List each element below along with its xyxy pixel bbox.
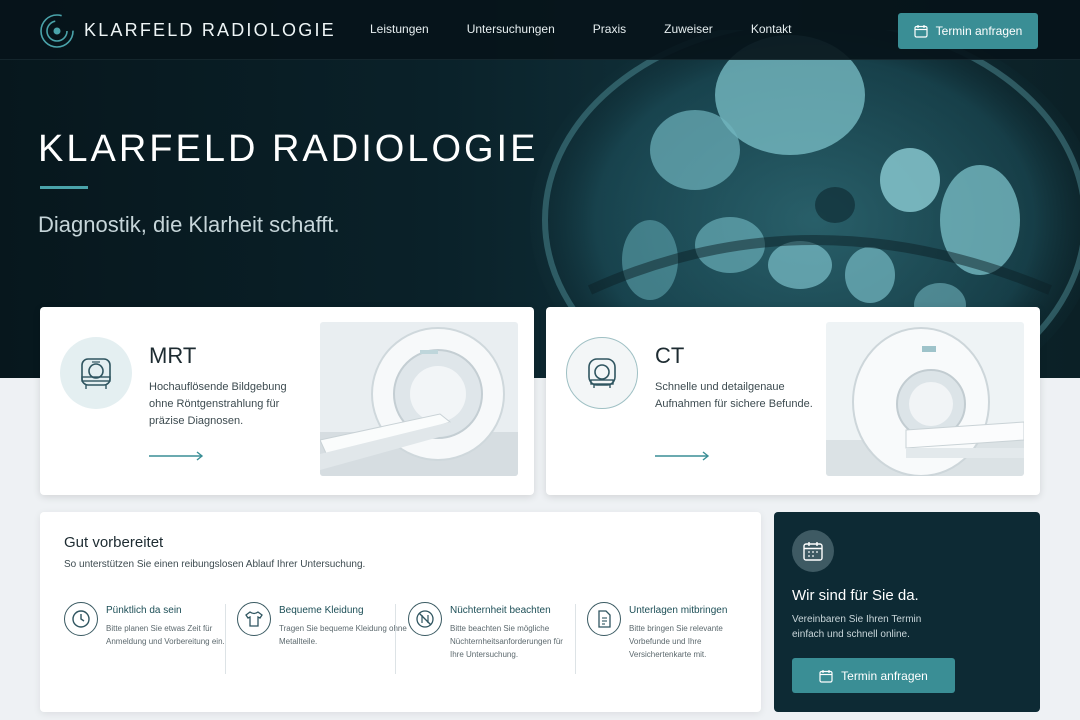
service-description: Schnelle und detailgenaue Aufnahmen für … bbox=[655, 381, 813, 410]
logo-icon[interactable] bbox=[38, 12, 76, 50]
document-icon bbox=[587, 602, 621, 636]
prep-item-title: Nüchternheit beachten bbox=[450, 605, 551, 616]
nav-zuweiser[interactable]: Zuweiser bbox=[664, 22, 713, 36]
prep-item-text: Bitte planen Sie etwas Zeit für Anmeldun… bbox=[106, 624, 225, 646]
clock-icon bbox=[64, 602, 98, 636]
calendar-icon bbox=[914, 25, 928, 38]
preparation-panel: Gut vorbereitet So unterstützen Sie eine… bbox=[40, 512, 761, 712]
hero-subtitle: Diagnostik, die Klarheit schafft. bbox=[38, 212, 340, 237]
ct-machine-photo bbox=[826, 322, 1024, 476]
nav-praxis[interactable]: Praxis bbox=[593, 22, 626, 36]
arrow-right-icon[interactable] bbox=[655, 451, 711, 461]
service-title: CT bbox=[655, 343, 685, 368]
nav-links: Leistungen Untersuchungen Praxis Zuweise… bbox=[370, 22, 830, 36]
no-food-icon bbox=[408, 602, 442, 636]
service-card-ct[interactable]: CT Schnelle und detailgenaue Aufnahmen f… bbox=[546, 307, 1040, 495]
divider bbox=[395, 604, 396, 674]
calendar-icon bbox=[819, 669, 833, 683]
contact-text: Vereinbaren Sie Ihren Termin einfach und… bbox=[792, 614, 922, 640]
prep-item-title: Pünktlich da sein bbox=[106, 605, 182, 616]
nav-leistungen[interactable]: Leistungen bbox=[370, 22, 429, 36]
prep-item-clothing: Bequeme Kleidung Tragen Sie bequeme Klei… bbox=[237, 602, 407, 672]
hero-divider bbox=[40, 186, 88, 189]
arrow-right-icon[interactable] bbox=[149, 451, 205, 461]
shirt-icon bbox=[237, 602, 271, 636]
prep-item-text: Bitte bringen Sie relevante Vorbefunde u… bbox=[629, 624, 723, 659]
top-navigation: KLARFELD RADIOLOGIE Leistungen Untersuch… bbox=[0, 0, 1080, 60]
hero-title: KLARFELD RADIOLOGIE bbox=[38, 128, 539, 170]
prep-item-text: Bitte beachten Sie mögliche Nüchternheit… bbox=[450, 624, 563, 659]
service-card-mrt[interactable]: MRT Hochauflösende Bildgebung ohne Röntg… bbox=[40, 307, 534, 495]
nav-appointment-button[interactable]: Termin anfragen bbox=[898, 13, 1038, 49]
contact-panel: Wir sind für Sie da. Vereinbaren Sie Ihr… bbox=[774, 512, 1040, 712]
nav-appointment-label: Termin anfragen bbox=[935, 24, 1023, 38]
ct-scanner-icon bbox=[566, 337, 638, 409]
brand-name[interactable]: KLARFELD RADIOLOGIE bbox=[84, 20, 336, 41]
divider bbox=[225, 604, 226, 674]
prep-item-title: Bequeme Kleidung bbox=[279, 605, 364, 616]
prep-title: Gut vorbereitet bbox=[64, 534, 164, 551]
mri-scanner-icon bbox=[60, 337, 132, 409]
nav-kontakt[interactable]: Kontakt bbox=[751, 22, 792, 36]
prep-intro: So unterstützen Sie einen reibungslosen … bbox=[64, 559, 366, 570]
service-description: Hochauflösende Bildgebung ohne Röntgenst… bbox=[149, 381, 287, 427]
service-title: MRT bbox=[149, 343, 197, 368]
prep-item-documents: Unterlagen mitbringen Bitte bringen Sie … bbox=[587, 602, 757, 672]
appointment-button-label: Termin anfragen bbox=[841, 668, 928, 683]
mri-machine-photo bbox=[320, 322, 518, 476]
contact-title: Wir sind für Sie da. bbox=[792, 587, 919, 604]
prep-item-fasting: Nüchternheit beachten Bitte beachten Sie… bbox=[408, 602, 578, 672]
prep-item-punctual: Pünktlich da sein Bitte planen Sie etwas… bbox=[64, 602, 234, 672]
calendar-icon bbox=[792, 530, 834, 572]
divider bbox=[575, 604, 576, 674]
prep-item-text: Tragen Sie bequeme Kleidung ohne Metallt… bbox=[279, 624, 407, 646]
prep-item-title: Unterlagen mitbringen bbox=[629, 605, 728, 616]
appointment-button[interactable]: Termin anfragen bbox=[792, 658, 955, 693]
nav-untersuchungen[interactable]: Untersuchungen bbox=[467, 22, 555, 36]
